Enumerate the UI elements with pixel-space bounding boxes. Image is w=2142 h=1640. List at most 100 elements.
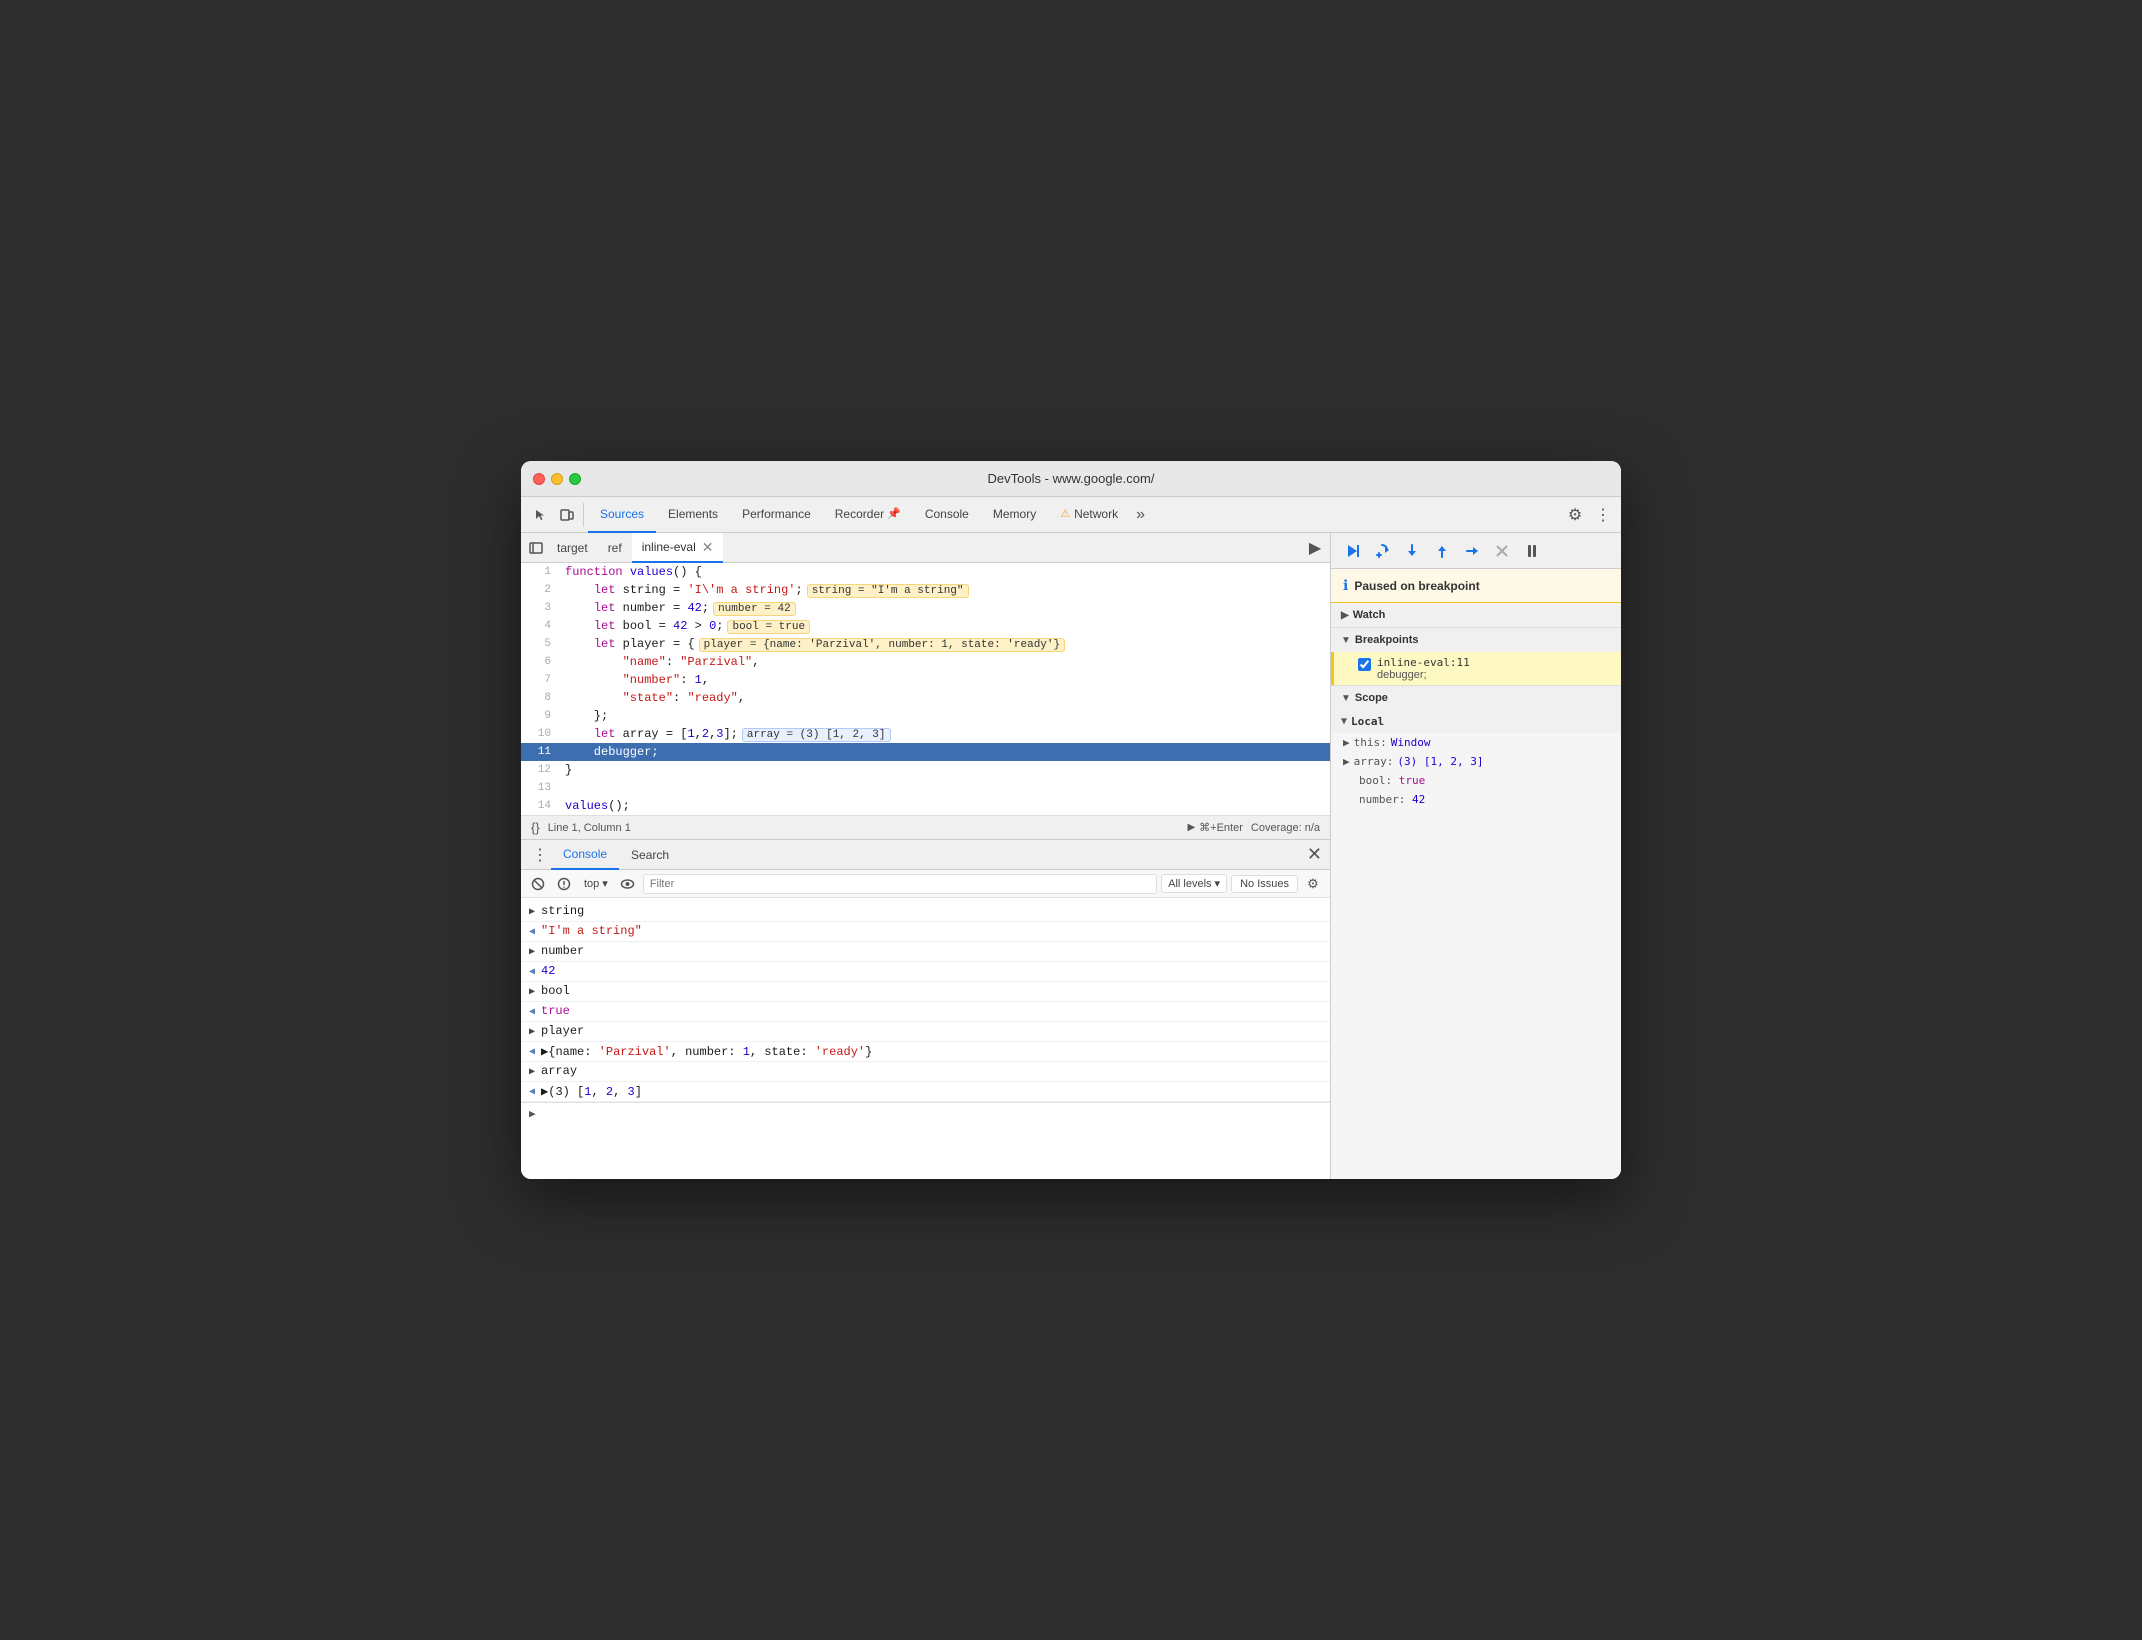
code-line-10: 10 let array = [1,2,3];array = (3) [1, 2… xyxy=(521,725,1330,743)
code-line-2: 2 let string = 'I\'m a string';string = … xyxy=(521,581,1330,599)
code-editor[interactable]: 1 function values() { 2 let string = 'I\… xyxy=(521,563,1330,815)
return-expand-icon[interactable]: ◀ xyxy=(529,1086,535,1098)
tab-sources[interactable]: Sources xyxy=(588,497,656,533)
close-button[interactable] xyxy=(533,473,545,485)
info-icon: ℹ xyxy=(1343,577,1348,594)
expand-arrow-icon[interactable]: ▶ xyxy=(529,946,535,958)
return-arrow-icon: ◀ xyxy=(529,1006,535,1018)
eye-icon[interactable] xyxy=(617,873,639,895)
console-row-bool-value: ◀ true xyxy=(521,1002,1330,1022)
tab-search[interactable]: Search xyxy=(619,840,681,870)
paused-message: Paused on breakpoint xyxy=(1354,579,1479,593)
expand-arrow-icon[interactable]: ▶ xyxy=(529,1066,535,1078)
right-panel: ℹ Paused on breakpoint ▶ Watch ▼ Breakpo… xyxy=(1331,533,1621,1179)
tab-console-bottom[interactable]: Console xyxy=(551,840,619,870)
console-settings-icon[interactable]: ⚙ xyxy=(1302,873,1324,895)
more-tabs-button[interactable]: » xyxy=(1130,506,1151,524)
console-row-string-expand: ▶ string xyxy=(521,902,1330,922)
title-bar: DevTools - www.google.com/ xyxy=(521,461,1621,497)
tab-console[interactable]: Console xyxy=(913,497,981,533)
code-line-8: 8 "state": "ready", xyxy=(521,689,1330,707)
log-level-dropdown[interactable]: All levels ▾ xyxy=(1161,874,1227,893)
status-bar: {} Line 1, Column 1 ▶ ⌘+Enter Coverage: … xyxy=(521,815,1330,839)
settings-gear-icon[interactable]: ⚙ xyxy=(1561,501,1589,529)
console-row-bool-expand: ▶ bool xyxy=(521,982,1330,1002)
return-expand-icon[interactable]: ◀ xyxy=(529,1046,535,1058)
cursor-icon[interactable] xyxy=(529,503,553,527)
tab-performance[interactable]: Performance xyxy=(730,497,823,533)
expand-arrow-icon[interactable]: ▶ xyxy=(529,1026,535,1038)
console-row-player-value: ◀ ▶{name: 'Parzival', number: 1, state: … xyxy=(521,1042,1330,1062)
source-tab-target[interactable]: target xyxy=(547,533,598,563)
step-over-button[interactable] xyxy=(1369,538,1395,564)
scope-number: number: 42 xyxy=(1331,790,1621,809)
code-line-3: 3 let number = 42;number = 42 xyxy=(521,599,1330,617)
breakpoints-header[interactable]: ▼ Breakpoints xyxy=(1331,628,1621,652)
more-options-icon[interactable]: ⋮ xyxy=(1589,501,1617,529)
step-button[interactable] xyxy=(1459,538,1485,564)
tab-recorder[interactable]: Recorder 📌 xyxy=(823,497,913,533)
traffic-lights xyxy=(533,473,581,485)
bottom-panel: ⋮ Console Search ✕ xyxy=(521,839,1330,1179)
cursor-position: Line 1, Column 1 xyxy=(548,822,631,834)
console-output: ▶ string ◀ "I'm a string" ▶ number ◀ 42 xyxy=(521,898,1330,1179)
breakpoints-label: Breakpoints xyxy=(1355,634,1419,646)
minimize-button[interactable] xyxy=(551,473,563,485)
left-panel: target ref inline-eval ✕ ▶ 1 function va… xyxy=(521,533,1331,1179)
console-tabs: ⋮ Console Search ✕ xyxy=(521,840,1330,870)
devtools-tabs: Sources Elements Performance Recorder 📌 … xyxy=(521,497,1621,533)
watch-label: Watch xyxy=(1353,609,1386,621)
local-scope-header[interactable]: ▼ Local xyxy=(1331,710,1621,733)
breakpoint-code: debugger; xyxy=(1377,669,1470,681)
step-out-button[interactable] xyxy=(1429,538,1455,564)
console-prompt[interactable]: ▶ xyxy=(521,1102,1330,1125)
expand-arrow-icon[interactable]: ▶ xyxy=(529,986,535,998)
expand-arrow-icon[interactable]: ▶ xyxy=(529,906,535,918)
tab-icons xyxy=(525,503,584,527)
watch-section: ▶ Watch xyxy=(1331,603,1621,628)
deactivate-breakpoints-button[interactable] xyxy=(1489,538,1515,564)
close-console-icon[interactable]: ✕ xyxy=(1307,844,1322,865)
run-snippet-button[interactable]: ▶ ⌘+Enter xyxy=(1187,821,1242,834)
watch-header[interactable]: ▶ Watch xyxy=(1331,603,1621,627)
local-label: Local xyxy=(1351,715,1384,728)
scope-section: ▼ Scope ▼ Local ▶ this: Window xyxy=(1331,686,1621,1179)
source-tab-icons xyxy=(525,537,547,559)
device-toggle-icon[interactable] xyxy=(555,503,579,527)
pause-on-exceptions-button[interactable] xyxy=(1519,538,1545,564)
maximize-button[interactable] xyxy=(569,473,581,485)
expand-arrow-icon: ▶ xyxy=(1343,755,1350,768)
toggle-drawer-icon[interactable] xyxy=(525,537,547,559)
tab-elements[interactable]: Elements xyxy=(656,497,730,533)
code-line-12: 12 } xyxy=(521,761,1330,779)
run-triangle-icon: ▶ xyxy=(1187,822,1195,833)
debugger-toolbar xyxy=(1331,533,1621,569)
no-issues-button[interactable]: No Issues xyxy=(1231,875,1298,893)
source-tab-inline-eval[interactable]: inline-eval ✕ xyxy=(632,533,724,563)
breakpoint-location: inline-eval:11 xyxy=(1377,656,1470,669)
filter-input[interactable] xyxy=(643,874,1157,894)
console-row-number-value: ◀ 42 xyxy=(521,962,1330,982)
console-menu-icon[interactable]: ⋮ xyxy=(529,844,551,866)
code-line-11: 11 debugger; xyxy=(521,743,1330,761)
code-line-5: 5 let player = {player = {name: 'Parziva… xyxy=(521,635,1330,653)
paused-banner: ℹ Paused on breakpoint xyxy=(1331,569,1621,603)
code-line-1: 1 function values() { xyxy=(521,563,1330,581)
code-line-4: 4 let bool = 42 > 0;bool = true xyxy=(521,617,1330,635)
source-tab-ref[interactable]: ref xyxy=(598,533,632,563)
console-row-number-expand: ▶ number xyxy=(521,942,1330,962)
scope-header[interactable]: ▼ Scope xyxy=(1331,686,1621,710)
resume-button[interactable] xyxy=(1339,538,1365,564)
console-row-string-value: ◀ "I'm a string" xyxy=(521,922,1330,942)
breakpoint-checkbox[interactable] xyxy=(1358,658,1371,671)
console-toolbar: top ▾ All levels ▾ No Issues ⚙ xyxy=(521,870,1330,898)
tab-network[interactable]: Network xyxy=(1048,497,1130,533)
close-tab-icon[interactable]: ✕ xyxy=(702,540,714,554)
context-dropdown[interactable]: top ▾ xyxy=(579,875,613,892)
step-into-button[interactable] xyxy=(1399,538,1425,564)
clear-console-button[interactable] xyxy=(527,873,549,895)
pause-on-exceptions-btn[interactable] xyxy=(553,873,575,895)
console-row-array-value: ◀ ▶(3) [1, 2, 3] xyxy=(521,1082,1330,1102)
tab-memory[interactable]: Memory xyxy=(981,497,1048,533)
jump-to-file-icon[interactable]: ▶ xyxy=(1304,537,1326,559)
